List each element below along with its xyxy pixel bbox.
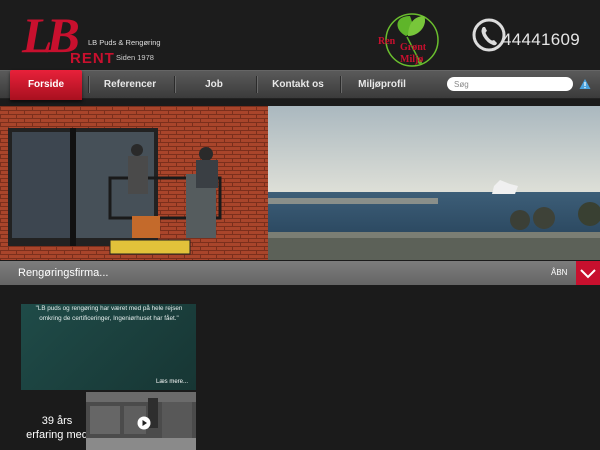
- open-label[interactable]: ÅBN: [551, 261, 567, 285]
- logo-since: Siden 1978: [116, 53, 154, 62]
- chevron-down-icon: [580, 269, 596, 279]
- eco-badge[interactable]: Ren Grønt Miljø: [376, 10, 448, 68]
- phone-contact[interactable]: 44441609: [472, 18, 580, 52]
- phone-icon: [472, 18, 506, 52]
- phone-number: 44441609: [502, 30, 581, 49]
- logo-letters: LB: [22, 7, 80, 63]
- eco-word-3: Miljø: [400, 54, 424, 65]
- hero-photo: [0, 106, 600, 260]
- nav-referencer[interactable]: Referencer: [92, 71, 168, 98]
- search-input[interactable]: [447, 77, 573, 91]
- nav-forside[interactable]: Forside: [10, 70, 82, 100]
- logo-tagline: LB Puds & Rengøring: [88, 38, 161, 47]
- brand-logo[interactable]: LB LB Puds & Rengøring RENT Siden 1978: [22, 7, 182, 67]
- site-header: LB LB Puds & Rengøring RENT Siden 1978 R…: [0, 0, 600, 70]
- eco-word-2: Grønt: [400, 42, 427, 53]
- eco-word-1: Ren: [378, 36, 396, 47]
- hero-caption-bar: Rengøringsfirma... ÅBN: [0, 261, 600, 285]
- testimonial-text: "LB puds og rengøring har været med på h…: [35, 305, 183, 322]
- read-more-link[interactable]: Læs mere...: [156, 379, 188, 385]
- nav-job[interactable]: Job: [178, 71, 250, 98]
- logo-rent-text: RENT: [70, 50, 115, 67]
- warning-triangle-icon[interactable]: [579, 78, 591, 90]
- hero-caption: Rengøringsfirma...: [18, 267, 109, 279]
- main-nav: Forside Referencer Job Kontakt os Miljøp…: [0, 70, 600, 100]
- nav-divider: [174, 76, 176, 93]
- nav-miljoprofil[interactable]: Miljøprofil: [344, 71, 420, 98]
- nav-divider: [88, 76, 90, 93]
- hero-image: [0, 106, 600, 260]
- video-thumbnail[interactable]: [86, 392, 196, 450]
- nav-divider: [256, 76, 258, 93]
- nav-kontakt-os[interactable]: Kontakt os: [260, 71, 336, 98]
- testimonial-card[interactable]: "LB puds og rengøring har været med på h…: [21, 304, 196, 390]
- play-icon[interactable]: [137, 416, 151, 430]
- expand-toggle-button[interactable]: [576, 261, 600, 285]
- nav-divider: [340, 76, 342, 93]
